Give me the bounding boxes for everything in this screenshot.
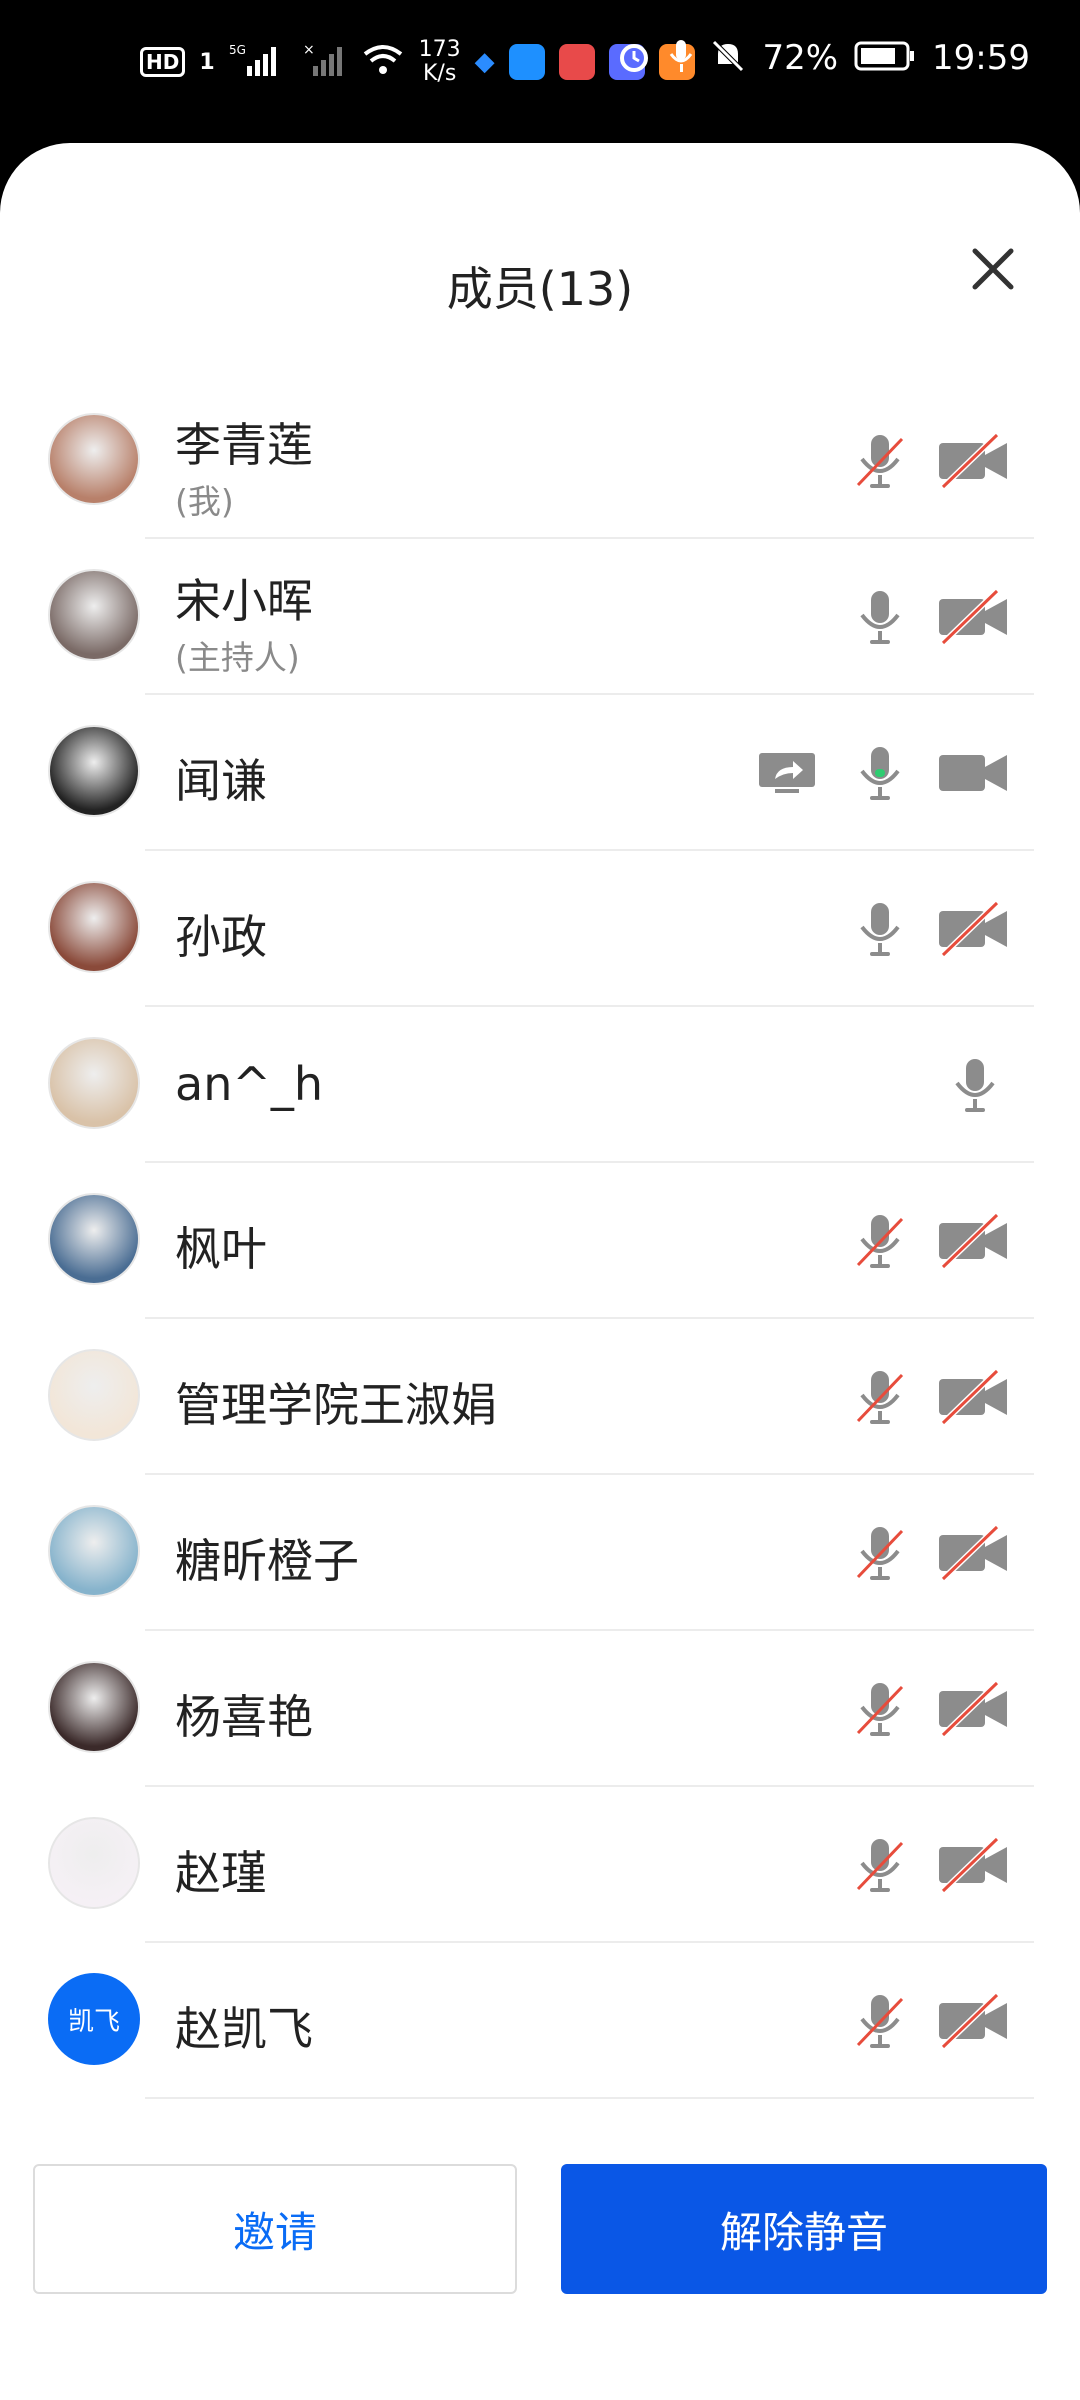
member-row[interactable]: 杨喜艳 (0, 1631, 1080, 1787)
huawei-app-icon (558, 44, 595, 80)
unmute-button[interactable]: 解除静音 (561, 2164, 1047, 2294)
camera-off-icon[interactable] (935, 1835, 1011, 1895)
alarm-icon (616, 38, 652, 78)
avatar (48, 1193, 140, 1285)
battery-percent: 72% (762, 38, 839, 78)
mic-icon[interactable] (945, 1055, 1005, 1115)
avatar (48, 881, 140, 973)
net-speed: 173 K/s (418, 37, 461, 86)
member-row[interactable]: 管理学院王淑娟 (0, 1319, 1080, 1475)
signal-2-icon: × (303, 42, 347, 82)
member-name: 糖昕橙子 (175, 1534, 359, 1588)
camera-off-icon[interactable] (935, 1523, 1011, 1583)
member-row[interactable]: 赵瑾 (0, 1787, 1080, 1943)
member-role: (主持人) (175, 638, 300, 677)
mic-icon[interactable] (850, 587, 910, 647)
app-icon-1: ◆ (474, 47, 495, 77)
mute-bell-icon (710, 38, 746, 78)
camera-icon[interactable] (935, 743, 1011, 803)
member-row[interactable]: an^_h (0, 1007, 1080, 1163)
member-name: 杨喜艳 (175, 1690, 313, 1744)
invite-button[interactable]: 邀请 (33, 2164, 517, 2294)
member-name: 孙政 (175, 910, 267, 964)
mic-muted-icon[interactable] (850, 1835, 910, 1895)
mic-muted-icon[interactable] (850, 1523, 910, 1583)
member-row[interactable]: 孙政 (0, 851, 1080, 1007)
mic-muted-icon[interactable] (850, 1367, 910, 1427)
clock: 19:59 (932, 38, 1030, 78)
member-name: 宋小晖 (175, 574, 313, 628)
member-row[interactable]: 凯飞 赵凯飞 (0, 1943, 1080, 2099)
hd-indicator: HD (140, 47, 186, 77)
camera-off-icon[interactable] (935, 587, 1011, 647)
camera-off-icon[interactable] (935, 899, 1011, 959)
mic-icon[interactable] (850, 899, 910, 959)
member-name: 管理学院王淑娟 (175, 1378, 497, 1432)
avatar (48, 1037, 140, 1129)
page-title: 成员(13) (446, 262, 634, 316)
member-name: 赵瑾 (175, 1846, 267, 1900)
camera-off-icon[interactable] (935, 1679, 1011, 1739)
battery-icon (854, 40, 916, 76)
avatar (48, 569, 140, 661)
members-sheet: 成员(13) 李青莲 (我) 宋小晖 (主持人) 闻谦孙政 an^_h 枫叶管理学院王淑娟糖… (0, 143, 1080, 2400)
member-name: an^_h (175, 1057, 324, 1111)
avatar (48, 725, 140, 817)
member-row[interactable]: 糖昕橙子 (0, 1475, 1080, 1631)
status-bar: HD 1 5G × 173 K/s ◆ 72% 19:59 (0, 0, 1080, 140)
member-row[interactable]: 闻谦 (0, 695, 1080, 851)
close-button[interactable] (955, 231, 1031, 307)
close-icon (972, 248, 1014, 290)
mic-status-icon (668, 38, 694, 78)
avatar (48, 1817, 140, 1909)
avatar (48, 1349, 140, 1441)
svg-text:5G: 5G (229, 43, 246, 57)
avatar (48, 1505, 140, 1597)
member-list: 李青莲 (我) 宋小晖 (主持人) 闻谦孙政 an^_h 枫叶管理学院王淑娟 糖昕橙子杨喜艳赵… (0, 383, 1080, 2099)
sim-indicator: 1 (199, 49, 215, 75)
member-role: (我) (175, 482, 234, 521)
member-name: 李青莲 (175, 418, 313, 472)
wifi-icon (361, 42, 405, 82)
member-name: 枫叶 (175, 1222, 267, 1276)
member-name: 赵凯飞 (175, 2002, 313, 2056)
mic-muted-icon[interactable] (850, 431, 910, 491)
svg-text:×: × (303, 42, 315, 58)
mic-muted-icon[interactable] (850, 1211, 910, 1271)
avatar (48, 1661, 140, 1753)
mic-muted-icon[interactable] (850, 1991, 910, 2051)
camera-off-icon[interactable] (935, 1367, 1011, 1427)
mic-muted-icon[interactable] (850, 1679, 910, 1739)
weather-app-icon (508, 44, 545, 80)
avatar: 凯飞 (48, 1973, 140, 2065)
member-row[interactable]: 枫叶 (0, 1163, 1080, 1319)
member-name: 闻谦 (175, 754, 267, 808)
screen-share-icon[interactable] (757, 743, 817, 803)
camera-off-icon[interactable] (935, 1211, 1011, 1271)
row-divider (145, 2097, 1034, 2099)
camera-off-icon[interactable] (935, 1991, 1011, 2051)
signal-icon: 5G (229, 42, 289, 82)
mic-icon[interactable] (850, 743, 910, 803)
member-row[interactable]: 宋小晖 (主持人) (0, 539, 1080, 695)
camera-off-icon[interactable] (935, 431, 1011, 491)
member-row[interactable]: 李青莲 (我) (0, 383, 1080, 539)
avatar (48, 413, 140, 505)
